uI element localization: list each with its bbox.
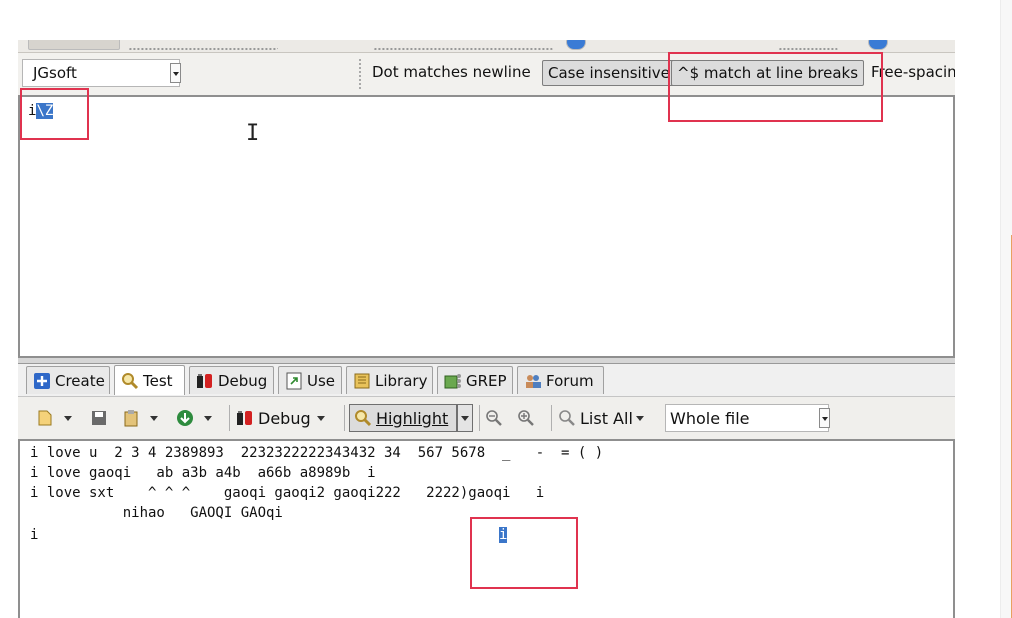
tab-forum-label: Forum: [546, 371, 594, 390]
chevron-down-icon[interactable]: [316, 415, 325, 421]
regex-text-selected: \Z: [36, 103, 54, 119]
toolbar-ghost-button: [373, 40, 553, 50]
chevron-down-icon[interactable]: [635, 415, 644, 421]
results-toolbar: Debug Highlight List All Whole file: [18, 396, 955, 440]
dot-matches-newline-toggle[interactable]: Dot matches newline: [367, 60, 536, 86]
forum-users-icon: [524, 372, 542, 390]
grep-icon: [444, 372, 462, 390]
tab-test[interactable]: Test: [114, 365, 185, 395]
tab-grep[interactable]: GREP: [437, 366, 513, 394]
zoom-previous-icon: [485, 409, 503, 427]
regexbuddy-window: JGsoft Dot matches newline Case insensit…: [18, 40, 955, 618]
highlight-dropdown-button[interactable]: [457, 404, 473, 432]
search-icon: [558, 409, 576, 427]
chevron-down-icon[interactable]: [64, 415, 72, 421]
toolbar-ghost-button: [28, 40, 120, 50]
toolbar-separator: [479, 405, 480, 431]
case-insensitive-label: Case insensitive: [548, 64, 670, 82]
tab-test-label: Test: [143, 371, 173, 390]
scope-select-value: Whole file: [670, 409, 750, 428]
test-line: i love gaoqi ab a3b a4b a66b a8989b i: [30, 465, 376, 481]
highlight-button-label: Highlight: [376, 408, 449, 428]
debug-icon: [196, 372, 214, 390]
scope-select[interactable]: Whole file: [665, 404, 830, 432]
dot-matches-newline-label: Dot matches newline: [372, 63, 531, 81]
test-line: nihao GAOQI GAOqi: [30, 505, 283, 521]
flavor-select-value: JGsoft: [33, 64, 77, 82]
toolbar-separator: [359, 59, 361, 89]
globe-arrow-icon: [176, 409, 194, 427]
tab-create-label: Create: [55, 371, 105, 390]
tab-use-label: Use: [307, 371, 336, 390]
open-file-icon: [36, 409, 54, 427]
tab-library[interactable]: Library: [346, 366, 433, 394]
open-file-button[interactable]: [36, 406, 72, 430]
toolbar-ghost-button: [778, 40, 838, 50]
toolbar-ghost-icon: [868, 40, 888, 50]
match-at-line-breaks-label: ^$ match at line breaks: [677, 64, 859, 82]
toolbar-ghost-button: [128, 40, 278, 50]
flavor-select[interactable]: JGsoft: [22, 59, 181, 87]
tab-grep-label: GREP: [466, 371, 507, 390]
highlight-button[interactable]: Highlight: [349, 404, 457, 432]
clipboard-icon: [122, 409, 140, 427]
save-disk-icon: [90, 409, 108, 427]
save-button[interactable]: [90, 406, 112, 430]
regex-editor[interactable]: i\Z I: [18, 95, 955, 358]
paste-button[interactable]: [122, 406, 158, 430]
debug-icon: [236, 409, 254, 427]
test-line: i: [30, 527, 39, 543]
tab-forum[interactable]: Forum: [517, 366, 604, 394]
toolbar-ghost-icon: [566, 40, 586, 50]
right-edge-strip: [1000, 0, 1012, 618]
debug-button[interactable]: Debug: [236, 406, 325, 430]
match-highlight: i: [499, 525, 508, 545]
tab-debug-label: Debug: [218, 371, 268, 390]
next-match-button[interactable]: [517, 406, 539, 430]
magnifier-icon: [354, 409, 372, 427]
free-spacing-toggle[interactable]: Free-spacin: [866, 60, 955, 86]
regex-options-bar: JGsoft Dot matches newline Case insensit…: [18, 53, 955, 96]
regex-text[interactable]: i\Z: [28, 103, 54, 119]
list-all-label: List All: [580, 408, 633, 428]
magnifier-icon: [121, 372, 139, 390]
create-icon: [33, 372, 51, 390]
match-at-line-breaks-toggle[interactable]: ^$ match at line breaks: [671, 60, 865, 86]
chevron-down-icon[interactable]: [150, 415, 158, 421]
chevron-down-icon[interactable]: [170, 63, 181, 83]
previous-match-button[interactable]: [485, 406, 507, 430]
case-insensitive-toggle[interactable]: Case insensitive: [542, 60, 676, 86]
chevron-down-icon[interactable]: [204, 415, 212, 421]
tab-bar: Create Test Debug Use Library GREP Forum: [18, 364, 955, 396]
download-button[interactable]: [176, 406, 212, 430]
test-line: i love sxt ^ ^ ^ gaoqi gaoqi2 gaoqi222 2…: [30, 485, 545, 501]
text-cursor-icon: I: [246, 121, 260, 146]
debug-button-label: Debug: [258, 408, 311, 428]
test-subject-text[interactable]: i love u 2 3 4 2389893 2232322222343432 …: [18, 439, 955, 618]
test-line: i love u 2 3 4 2389893 2232322222343432 …: [30, 445, 604, 461]
toolbar-separator: [229, 405, 230, 431]
match-highlight-text: i: [499, 527, 508, 543]
use-icon: [285, 372, 303, 390]
tab-library-label: Library: [375, 371, 428, 390]
tab-use[interactable]: Use: [278, 366, 342, 394]
top-toolbar-cut-off: [18, 40, 955, 53]
zoom-next-icon: [517, 409, 535, 427]
free-spacing-label: Free-spacin: [871, 63, 955, 81]
toolbar-separator: [344, 405, 345, 431]
chevron-down-icon[interactable]: [819, 408, 830, 428]
list-all-button[interactable]: List All: [558, 406, 644, 430]
library-icon: [353, 372, 371, 390]
toolbar-separator: [551, 405, 552, 431]
tab-debug[interactable]: Debug: [189, 366, 274, 394]
tab-create[interactable]: Create: [26, 366, 110, 394]
